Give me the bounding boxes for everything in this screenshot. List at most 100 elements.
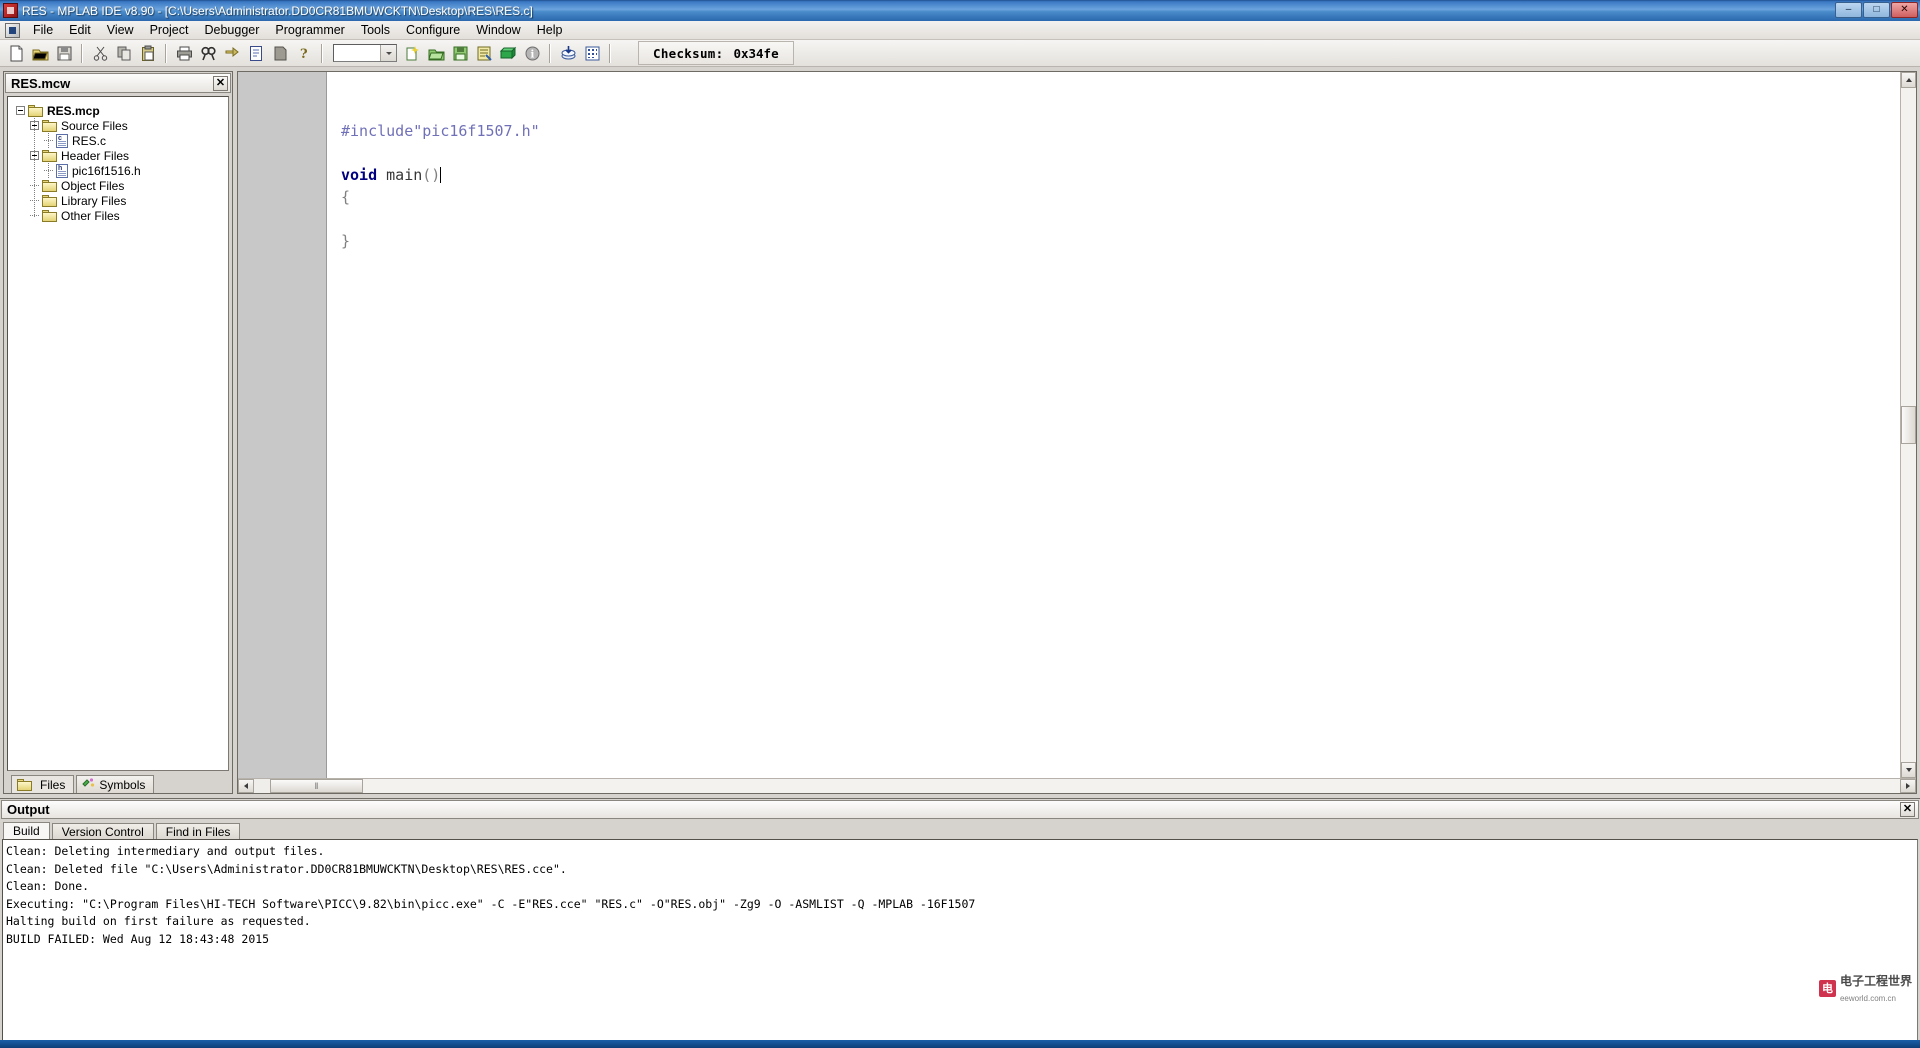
- tab-version-control[interactable]: Version Control: [51, 823, 154, 839]
- h-file-icon: h: [56, 163, 68, 178]
- open-file-icon[interactable]: [29, 42, 51, 64]
- watermark: 电 电子工程世界 eeworld.com.cn: [1818, 972, 1912, 1004]
- minimize-button[interactable]: –: [1835, 2, 1862, 18]
- vscroll-thumb[interactable]: [1901, 406, 1916, 444]
- menu-item-edit[interactable]: Edit: [61, 21, 99, 39]
- info-icon[interactable]: i: [521, 42, 543, 64]
- print-icon[interactable]: [173, 42, 195, 64]
- build-all-icon[interactable]: [473, 42, 495, 64]
- find-next-icon[interactable]: [221, 42, 243, 64]
- tree-node[interactable]: Source Files: [8, 118, 228, 133]
- menu-item-help[interactable]: Help: [529, 21, 571, 39]
- c-file-icon: c: [56, 133, 68, 148]
- device-combo[interactable]: [333, 44, 397, 62]
- folder-icon: [42, 179, 57, 192]
- make-icon[interactable]: [497, 42, 519, 64]
- tree-node[interactable]: Object Files: [8, 178, 228, 193]
- code-token: void: [341, 166, 378, 184]
- tree-connector: [48, 163, 49, 178]
- chevron-down-icon[interactable]: [380, 45, 396, 61]
- output-line: Clean: Deleted file "C:\Users\Administra…: [6, 861, 567, 876]
- build-output-log[interactable]: Clean: Deleting intermediary and output …: [2, 839, 1918, 1044]
- close-button[interactable]: ✕: [1891, 2, 1918, 18]
- code-line: }: [341, 230, 1916, 252]
- code-line: void main(): [341, 164, 1916, 186]
- menu-item-project[interactable]: Project: [142, 21, 197, 39]
- editor-horizontal-scrollbar[interactable]: ‖: [238, 778, 1916, 793]
- menu-item-tools[interactable]: Tools: [353, 21, 398, 39]
- project-tree[interactable]: RES.mcp Source Files c RES.c Header Files h pi…: [7, 96, 229, 771]
- help-icon[interactable]: ?: [293, 42, 315, 64]
- paste-icon[interactable]: [137, 42, 159, 64]
- menu-item-view[interactable]: View: [99, 21, 142, 39]
- project-open-icon[interactable]: [425, 42, 447, 64]
- tab-files[interactable]: Files: [11, 775, 75, 793]
- copy-icon[interactable]: [113, 42, 135, 64]
- tree-node[interactable]: h pic16f1516.h: [8, 163, 228, 178]
- tree-collapse-icon[interactable]: [16, 106, 25, 115]
- toolbar-separator: [165, 43, 167, 63]
- tree-connector: [30, 178, 42, 193]
- code-token: }: [341, 232, 351, 250]
- window-titlebar[interactable]: RES - MPLAB IDE v8.90 - [C:\Users\Admini…: [0, 0, 1920, 21]
- tree-node[interactable]: Library Files: [8, 193, 228, 208]
- quickbuild-icon[interactable]: [401, 42, 423, 64]
- tab-find-in-files[interactable]: Find in Files: [155, 823, 241, 839]
- output-line: BUILD FAILED: Wed Aug 12 18:43:48 2015: [6, 931, 270, 946]
- menu-item-programmer[interactable]: Programmer: [267, 21, 352, 39]
- menu-item-debugger[interactable]: Debugger: [196, 21, 267, 39]
- tree-node[interactable]: RES.mcp: [8, 103, 228, 118]
- output-line: Clean: Deleting intermediary and output …: [6, 844, 325, 858]
- erase-icon[interactable]: [581, 42, 603, 64]
- text-caret: [440, 167, 442, 183]
- menu-item-configure[interactable]: Configure: [398, 21, 468, 39]
- save-file-icon[interactable]: [53, 42, 75, 64]
- editor-vertical-scrollbar[interactable]: [1900, 72, 1916, 778]
- hscroll-thumb[interactable]: ‖: [270, 779, 363, 793]
- watermark-line1: 电子工程世界: [1839, 974, 1912, 988]
- editor-code-area[interactable]: #include"pic16f1507.h" void main() {}: [327, 72, 1916, 778]
- stop-icon[interactable]: [269, 42, 291, 64]
- scroll-down-arrow-icon[interactable]: [1901, 762, 1916, 778]
- project-window-close-button[interactable]: ✕: [213, 75, 228, 91]
- scroll-right-arrow-icon[interactable]: [1900, 779, 1916, 793]
- folder-icon: [17, 778, 32, 791]
- properties-icon[interactable]: [245, 42, 267, 64]
- vscroll-track[interactable]: [1901, 88, 1916, 406]
- vscroll-track[interactable]: [1901, 444, 1916, 762]
- hscroll-track[interactable]: [254, 779, 270, 793]
- checksum-value: 0x34fe: [733, 45, 779, 61]
- code-line: #include"pic16f1507.h": [341, 120, 1916, 142]
- output-window-titlebar[interactable]: Output ✕: [1, 800, 1919, 819]
- code-token: main: [386, 166, 423, 184]
- output-window-close-button[interactable]: ✕: [1900, 802, 1915, 817]
- tab-files-label: Files: [40, 777, 66, 792]
- menu-item-window[interactable]: Window: [468, 21, 528, 39]
- code-line: {: [341, 186, 1916, 208]
- main-toolbar: ? i Checksum: 0x34fe: [0, 40, 1920, 67]
- program-icon[interactable]: [557, 42, 579, 64]
- tab-build[interactable]: Build: [3, 822, 50, 839]
- os-taskbar[interactable]: [0, 1040, 1920, 1048]
- project-save-icon[interactable]: [449, 42, 471, 64]
- checksum-display: Checksum: 0x34fe: [638, 41, 794, 65]
- mdi-workspace: RES.mcw ✕ RES.mcp Source Files c RES.c Heade…: [0, 67, 1920, 1046]
- find-icon[interactable]: [197, 42, 219, 64]
- scroll-left-arrow-icon[interactable]: [238, 779, 254, 793]
- tree-node-label: Header Files: [61, 148, 130, 163]
- folder-icon: [42, 194, 57, 207]
- tree-node[interactable]: Header Files: [8, 148, 228, 163]
- tab-symbols[interactable]: Symbols: [76, 775, 155, 793]
- tree-node[interactable]: c RES.c: [8, 133, 228, 148]
- code-token: {: [341, 188, 351, 206]
- new-file-icon[interactable]: [5, 42, 27, 64]
- watermark-badge: 电: [1818, 979, 1836, 997]
- cut-icon[interactable]: [89, 42, 111, 64]
- project-window-titlebar[interactable]: RES.mcw ✕: [5, 73, 231, 93]
- editor-gutter[interactable]: [238, 72, 327, 778]
- maximize-button[interactable]: □: [1863, 2, 1890, 18]
- hscroll-track[interactable]: [363, 779, 1900, 793]
- tree-node[interactable]: Other Files: [8, 208, 228, 223]
- scroll-up-arrow-icon[interactable]: [1901, 72, 1916, 88]
- menu-item-file[interactable]: File: [25, 21, 61, 39]
